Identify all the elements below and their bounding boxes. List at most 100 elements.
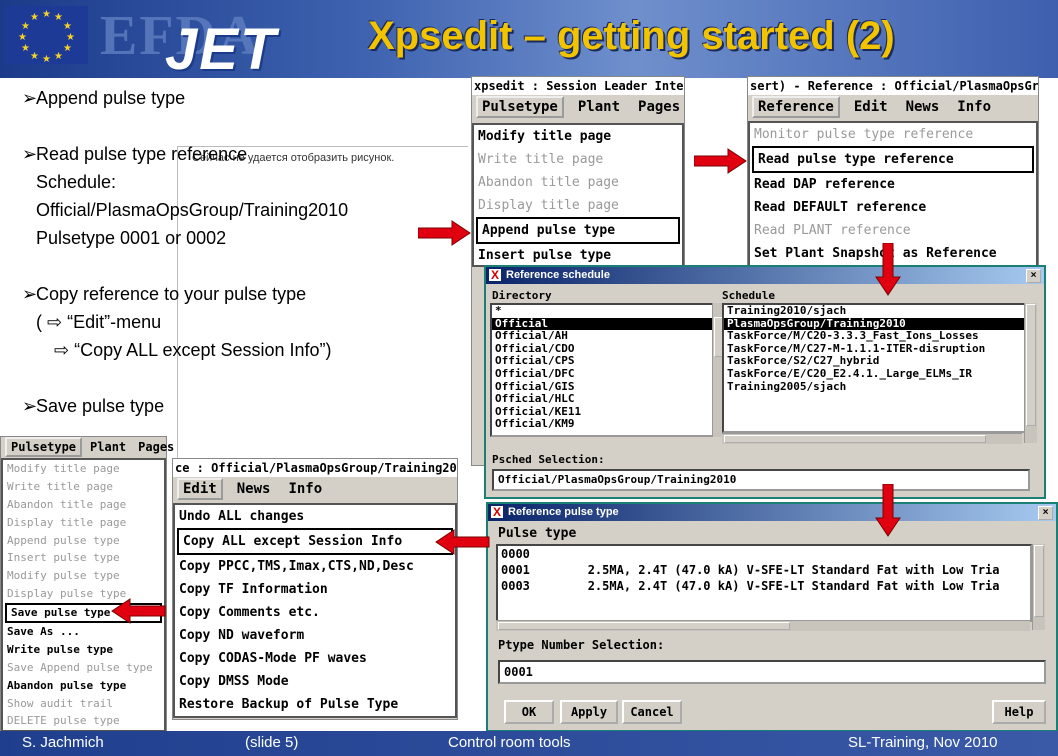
edit-window: ce : Official/PlasmaOpsGroup/Training201… — [172, 458, 458, 720]
menu-item-save-append-pulse-type[interactable]: Save Append pulse type — [3, 659, 164, 677]
footer-slide-number: (slide 5) — [245, 734, 299, 751]
menu-item-show-audit-trail[interactable]: Show audit trail — [3, 695, 164, 713]
menu-item-abandon-title-page[interactable]: Abandon title page — [474, 171, 682, 194]
red-arrow-right-icon — [694, 148, 747, 174]
session-menubar: Pulsetype Plant Pages — [472, 95, 684, 119]
ok-button[interactable]: OK — [504, 700, 554, 724]
menu-news[interactable]: News — [233, 480, 275, 498]
schedule-hscrollbar[interactable] — [722, 433, 1022, 444]
menu-item-display-title-page[interactable]: Display title page — [3, 514, 164, 532]
pulse-scrollbar[interactable] — [1032, 544, 1045, 630]
edit-menu: Undo ALL changes Copy ALL except Session… — [173, 503, 457, 718]
menu-item-copy-dmss[interactable]: Copy DMSS Mode — [175, 670, 455, 693]
list-item[interactable]: Training2005/sjach — [724, 380, 1024, 394]
menu-item-write-title-page[interactable]: Write title page — [3, 478, 164, 496]
menu-item-read-plant-reference[interactable]: Read PLANT reference — [750, 219, 1036, 242]
footer-event: SL-Training, Nov 2010 — [848, 734, 998, 751]
reference-window: sert) - Reference : Official/PlasmaOpsGr… — [747, 76, 1039, 268]
arrow-bullet-icon: ➢ — [22, 284, 38, 304]
menu-pages[interactable]: Pages — [134, 439, 178, 455]
menu-item-read-default-reference[interactable]: Read DEFAULT reference — [750, 196, 1036, 219]
menu-pulsetype[interactable]: Pulsetype — [476, 96, 564, 118]
schedule-list[interactable]: Training2010/sjach PlasmaOpsGroup/Traini… — [722, 303, 1026, 433]
menu-item-copy-all-except-session[interactable]: Copy ALL except Session Info — [177, 528, 453, 555]
menu-item-restore-backup[interactable]: Restore Backup of Pulse Type — [175, 693, 455, 716]
pulse-dialog-title: Reference pulse type — [508, 506, 619, 518]
psched-input[interactable]: Official/PlasmaOpsGroup/Training2010 — [492, 469, 1030, 491]
pulse-hscrollbar[interactable] — [496, 620, 1030, 631]
jet-logo: JET — [165, 17, 278, 82]
list-item[interactable]: 0001 2.5MA, 2.4T (47.0 kA) V-SFE-LT Stan… — [498, 562, 1030, 578]
menu-edit[interactable]: Edit — [850, 98, 892, 116]
menu-edit[interactable]: Edit — [177, 478, 223, 500]
menu-item-modify-title-page[interactable]: Modify title page — [3, 460, 164, 478]
menu-news[interactable]: News — [902, 98, 944, 116]
list-item[interactable]: * — [492, 305, 716, 318]
menu-item-append-pulse-type[interactable]: Append pulse type — [476, 217, 680, 244]
list-item[interactable]: Official/AH — [492, 330, 716, 343]
footer-topic: Control room tools — [448, 734, 571, 751]
left-menubar: Pulsetype Plant Pages — [1, 437, 174, 457]
menu-item-read-pulse-type-reference[interactable]: Read pulse type reference — [752, 146, 1034, 173]
bullet-save: ➢Save pulse type — [22, 392, 164, 420]
menu-item-modify-pulse-type[interactable]: Modify pulse type — [3, 567, 164, 585]
menu-item-copy-nd-waveform[interactable]: Copy ND waveform — [175, 624, 455, 647]
menu-item-write-title-page[interactable]: Write title page — [474, 148, 682, 171]
menu-item-copy-tf[interactable]: Copy TF Information — [175, 578, 455, 601]
help-button[interactable]: Help — [992, 700, 1046, 724]
menu-item-save-as[interactable]: Save As ... — [3, 623, 164, 641]
menu-item-copy-comments[interactable]: Copy Comments etc. — [175, 601, 455, 624]
menu-pulsetype[interactable]: Pulsetype — [5, 437, 83, 457]
bullet-pulsetype: Pulsetype 0001 or 0002 — [36, 228, 227, 248]
list-item[interactable]: Official/DFC — [492, 367, 716, 381]
close-icon[interactable]: × — [1038, 506, 1053, 520]
menu-item-display-title-page[interactable]: Display title page — [474, 194, 682, 217]
ptype-number-input[interactable]: 0001 — [498, 660, 1046, 684]
list-item[interactable]: 0003 2.5MA, 2.4T (47.0 kA) V-SFE-LT Stan… — [498, 578, 1030, 594]
cancel-button[interactable]: Cancel — [622, 700, 682, 724]
schedule-dialog-title: Reference schedule — [506, 269, 610, 281]
menu-item-abandon-pulse-type[interactable]: Abandon pulse type — [3, 677, 164, 695]
menu-plant[interactable]: Plant — [574, 98, 624, 116]
menu-item-write-pulse-type[interactable]: Write pulse type — [3, 641, 164, 659]
pulse-type-list[interactable]: 0000 0001 2.5MA, 2.4T (47.0 kA) V-SFE-LT… — [496, 544, 1032, 622]
menu-item-copy-codas-pf[interactable]: Copy CODAS-Mode PF waves — [175, 647, 455, 670]
menu-item-abandon-title-page[interactable]: Abandon title page — [3, 496, 164, 514]
menu-item-insert-pulse-type[interactable]: Insert pulse type — [3, 549, 164, 567]
menu-reference[interactable]: Reference — [752, 96, 840, 118]
menu-pages[interactable]: Pages — [634, 98, 684, 116]
menu-item-insert-pulse-type[interactable]: Insert pulse type — [474, 244, 682, 267]
arrow-bullet-icon: ➢ — [22, 88, 38, 108]
reference-window-title: sert) - Reference : Official/PlasmaOpsGr… — [748, 77, 1038, 95]
menu-info[interactable]: Info — [953, 98, 995, 116]
menu-item-copy-ppcc[interactable]: Copy PPCC,TMS,Imax,CTS,ND,Desc — [175, 555, 455, 578]
menu-item-modify-title-page[interactable]: Modify title page — [474, 125, 682, 148]
left-pulsetype-menu: Modify title page Write title page Aband… — [1, 458, 166, 733]
eu-flag-logo: ★ ★ ★ ★ ★ ★ ★ ★ ★ ★ ★ ★ — [6, 6, 88, 65]
schedule-label: Schedule — [722, 289, 775, 302]
list-item[interactable]: 0000 — [498, 546, 1030, 562]
menu-item-delete-pulse-type[interactable]: DELETE pulse type — [3, 712, 164, 730]
list-item[interactable]: TaskForce/E/C20_E2.4.1._Large_ELMs_IR — [724, 367, 1024, 381]
list-item[interactable]: Official/HLC — [492, 393, 716, 406]
red-arrow-down-icon — [875, 484, 901, 537]
menu-item-append-pulse-type[interactable]: Append pulse type — [3, 532, 164, 550]
menu-plant[interactable]: Plant — [86, 439, 130, 455]
left-pulsetype-window: Pulsetype Plant Pages Modify title page … — [0, 436, 174, 733]
red-arrow-left-icon — [435, 529, 490, 555]
apply-button[interactable]: Apply — [560, 700, 618, 724]
directory-list[interactable]: * Official Official/AH Official/CDO Offi… — [490, 303, 718, 437]
menu-item-read-dap-reference[interactable]: Read DAP reference — [750, 173, 1036, 196]
menu-item-undo-all[interactable]: Undo ALL changes — [175, 505, 455, 528]
list-item[interactable]: Training2010/sjach — [724, 305, 1024, 318]
list-item[interactable]: TaskForce/M/C20-3.3.3_Fast_Ions_Losses — [724, 330, 1024, 343]
list-item[interactable]: Official/KM9 — [492, 418, 716, 431]
menu-info[interactable]: Info — [284, 480, 326, 498]
red-arrow-down-icon — [875, 243, 901, 296]
close-icon[interactable]: × — [1026, 269, 1041, 283]
arrow-bullet-icon: ➢ — [22, 396, 38, 416]
schedule-scrollbar[interactable] — [1024, 303, 1037, 443]
menu-item-monitor-reference[interactable]: Monitor pulse type reference — [750, 123, 1036, 146]
session-window-title: xpsedit : Session Leader Interface — [472, 77, 684, 95]
footer: S. Jachmich (slide 5) Control room tools… — [0, 731, 1058, 756]
